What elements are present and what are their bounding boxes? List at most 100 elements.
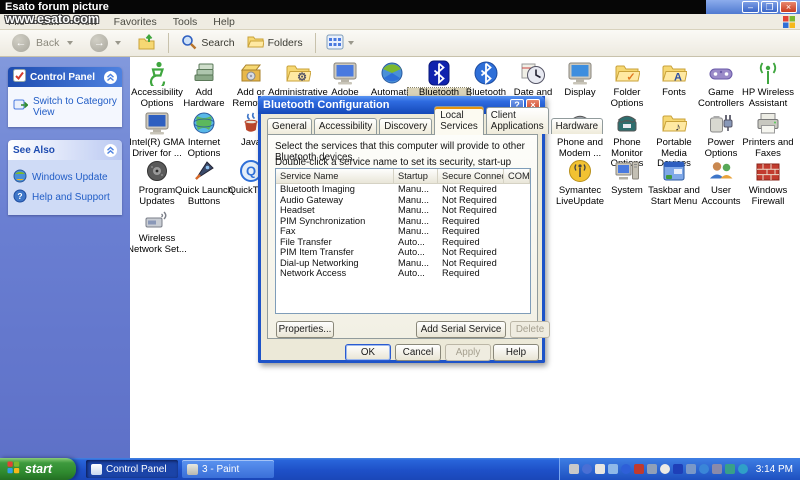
table-cell bbox=[504, 247, 530, 258]
table-cell: Auto... bbox=[394, 247, 438, 258]
search-button[interactable]: Search bbox=[175, 32, 240, 54]
dialog-title: Bluetooth Configuration bbox=[263, 99, 389, 111]
tray-icon[interactable] bbox=[738, 464, 748, 474]
column-header-startup[interactable]: Startup bbox=[394, 169, 438, 184]
taskbar-task-3-paint[interactable]: 3 - Paint bbox=[182, 460, 274, 478]
table-row[interactable]: Network AccessAuto...Required bbox=[276, 268, 530, 279]
collapse-chevron-icon[interactable] bbox=[104, 71, 117, 84]
svg-text:A: A bbox=[674, 72, 682, 84]
table-cell: Required bbox=[438, 237, 504, 248]
windows-firewall-icon bbox=[755, 158, 781, 184]
folder-options-icon: ✓ bbox=[614, 60, 640, 86]
table-cell: Required bbox=[438, 216, 504, 227]
folders-icon bbox=[247, 34, 264, 52]
tray-icon[interactable] bbox=[699, 464, 709, 474]
tray-icon[interactable] bbox=[686, 464, 696, 474]
add-serial-service-button[interactable]: Add Serial Service bbox=[416, 321, 506, 338]
tab-client-applications[interactable]: Client Applications bbox=[486, 107, 549, 134]
close-button[interactable]: × bbox=[780, 1, 797, 13]
tab-hardware[interactable]: Hardware bbox=[551, 118, 603, 134]
tray-icon[interactable] bbox=[595, 464, 605, 474]
tray-icon[interactable] bbox=[608, 464, 618, 474]
table-row[interactable]: PIM SynchronizationManu...Required bbox=[276, 216, 530, 227]
column-header-service-name[interactable]: Service Name bbox=[276, 169, 394, 184]
table-cell: Not Required bbox=[438, 247, 504, 258]
tab-local-services[interactable]: Local Services bbox=[434, 106, 484, 135]
ok-button[interactable]: OK bbox=[345, 344, 391, 361]
tray-icon[interactable] bbox=[634, 464, 644, 474]
tab-discovery[interactable]: Discovery bbox=[379, 118, 432, 134]
back-button[interactable]: ← Back bbox=[6, 32, 84, 54]
delete-button[interactable]: Delete bbox=[510, 321, 550, 338]
cp-item-printers-and-faxes[interactable]: Printers and Faxes bbox=[737, 110, 799, 159]
taskbar-clock[interactable]: 3:14 PM bbox=[756, 464, 793, 475]
table-cell: Manu... bbox=[394, 195, 438, 206]
taskbar-task-control-panel[interactable]: Control Panel bbox=[86, 460, 178, 478]
tray-icon[interactable] bbox=[647, 464, 657, 474]
program-updates-icon bbox=[144, 158, 170, 184]
table-row[interactable]: FaxManu...Required bbox=[276, 226, 530, 237]
menu-favorites[interactable]: Favorites bbox=[106, 16, 165, 28]
views-dropdown-icon[interactable] bbox=[348, 41, 354, 45]
views-button[interactable] bbox=[322, 34, 363, 53]
tray-icon[interactable] bbox=[569, 464, 579, 474]
column-header-secure-connection[interactable]: Secure Connection bbox=[438, 169, 504, 184]
cp-item-wireless-network-setup[interactable]: Wireless Network Set... bbox=[130, 206, 188, 255]
tray-icon[interactable] bbox=[673, 464, 683, 474]
restore-button[interactable]: ❐ bbox=[761, 1, 778, 13]
icon-label: Printers and Faxes bbox=[737, 138, 799, 159]
table-row[interactable]: Dial-up NetworkingManu...Not Required bbox=[276, 258, 530, 269]
table-row[interactable]: PIM Item TransferAuto...Not Required bbox=[276, 247, 530, 258]
table-cell: Auto... bbox=[394, 268, 438, 279]
intel-gma-driver-icon bbox=[144, 110, 170, 136]
tray-icon[interactable] bbox=[660, 464, 670, 474]
folders-button[interactable]: Folders bbox=[241, 32, 309, 54]
power-options-icon bbox=[708, 110, 734, 136]
quick-launch-buttons-icon bbox=[191, 158, 217, 184]
table-cell bbox=[504, 216, 530, 227]
table-cell bbox=[504, 184, 530, 195]
table-row[interactable]: HeadsetManu...Not Required bbox=[276, 205, 530, 216]
table-row[interactable]: File TransferAuto...Required bbox=[276, 237, 530, 248]
tab-accessibility[interactable]: Accessibility bbox=[314, 118, 377, 134]
forward-dropdown-icon[interactable] bbox=[115, 41, 121, 45]
up-button[interactable] bbox=[132, 32, 162, 54]
apply-button[interactable]: Apply bbox=[445, 344, 491, 361]
forward-icon: → bbox=[90, 34, 108, 52]
services-table[interactable]: Service NameStartupSecure ConnectionCOM … bbox=[275, 168, 531, 314]
minimize-button[interactable]: – bbox=[742, 1, 759, 13]
menu-tools[interactable]: Tools bbox=[165, 16, 206, 28]
tray-icon[interactable] bbox=[712, 464, 722, 474]
tray-icon[interactable] bbox=[621, 464, 631, 474]
windows-update-icon bbox=[13, 169, 27, 186]
svg-text:⚙: ⚙ bbox=[297, 72, 307, 84]
menu-help[interactable]: Help bbox=[205, 16, 243, 28]
link-label: Help and Support bbox=[32, 192, 110, 203]
collapse-chevron-icon[interactable] bbox=[104, 144, 117, 157]
cancel-button[interactable]: Cancel bbox=[395, 344, 441, 361]
table-row[interactable]: Audio GatewayManu...Not Required bbox=[276, 195, 530, 206]
icon-label: Windows Firewall bbox=[737, 186, 799, 207]
windows-update-link[interactable]: Windows Update bbox=[13, 169, 117, 186]
task-icon bbox=[187, 464, 198, 475]
back-label: Back bbox=[36, 37, 59, 49]
table-row[interactable]: Bluetooth ImagingManu...Not Required bbox=[276, 184, 530, 195]
tab-general[interactable]: General bbox=[267, 118, 312, 134]
printers-and-faxes-icon bbox=[755, 110, 781, 136]
tray-icon[interactable] bbox=[725, 464, 735, 474]
table-cell: Required bbox=[438, 268, 504, 279]
help-and-support-link[interactable]: ? Help and Support bbox=[13, 189, 117, 206]
start-button[interactable]: start bbox=[0, 458, 76, 480]
task-label: Control Panel bbox=[106, 464, 167, 475]
cp-item-windows-firewall[interactable]: Windows Firewall bbox=[737, 158, 799, 207]
switch-category-view-link[interactable]: Switch to Category View bbox=[13, 96, 117, 118]
tray-icon[interactable] bbox=[582, 464, 592, 474]
svg-text:Q: Q bbox=[246, 164, 256, 179]
forward-button[interactable]: → bbox=[84, 32, 132, 54]
watermark-url: www.esato.com bbox=[5, 12, 99, 26]
column-header-com-port[interactable]: COM Port bbox=[504, 169, 530, 184]
cp-item-hp-wireless-assistant[interactable]: HP Wireless Assistant bbox=[737, 60, 799, 109]
properties-button[interactable]: Properties... bbox=[276, 321, 334, 338]
help-button[interactable]: Help bbox=[493, 344, 539, 361]
back-dropdown-icon[interactable] bbox=[67, 41, 73, 45]
